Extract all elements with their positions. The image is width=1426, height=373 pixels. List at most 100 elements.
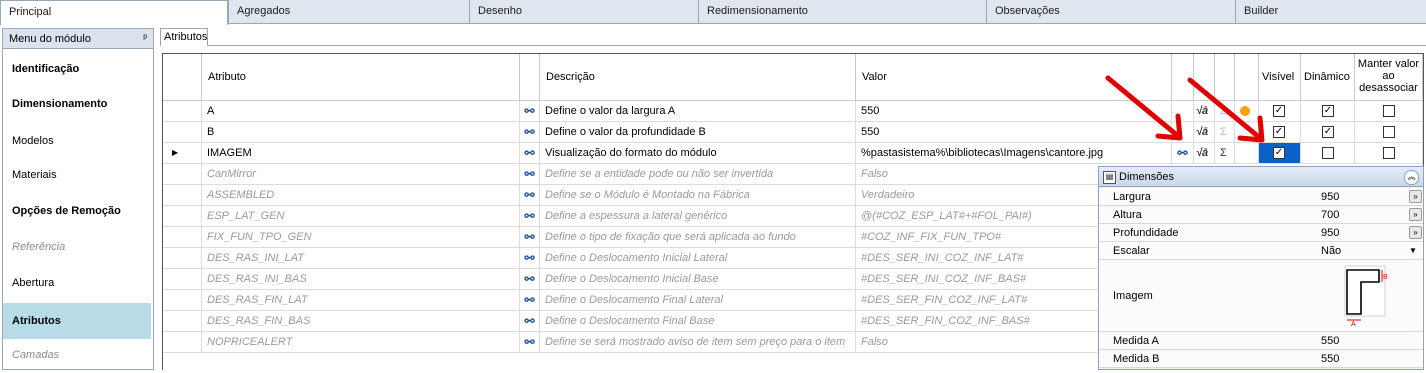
tab-agregados[interactable]: Agregados xyxy=(228,0,469,23)
menu-item-atributos[interactable]: Atributos xyxy=(3,303,151,339)
tab-principal[interactable]: Principal xyxy=(0,0,228,25)
binoculars-icon[interactable]: ⚯ xyxy=(520,227,540,247)
cell-atributo[interactable]: NOPRICEALERT xyxy=(202,332,520,352)
module-menu: Menu do módulo ᵖ Identificação Dimension… xyxy=(2,28,154,370)
prop-value-medida-a[interactable]: 550 xyxy=(1321,332,1339,350)
row-indicator[interactable] xyxy=(163,290,202,310)
expand-icon[interactable]: » xyxy=(1409,208,1422,221)
menu-item-abertura[interactable]: Abertura xyxy=(3,265,153,301)
cell-atributo[interactable]: ESP_LAT_GEN xyxy=(202,206,520,226)
prop-value-profundidade[interactable]: 950 xyxy=(1321,224,1339,242)
binoculars-icon[interactable]: ⚯ xyxy=(520,164,540,184)
row-indicator[interactable] xyxy=(163,185,202,205)
prop-value-altura[interactable]: 700 xyxy=(1321,206,1339,224)
cell-descricao[interactable]: Define se será mostrado aviso de item se… xyxy=(540,332,856,352)
row-indicator[interactable] xyxy=(163,332,202,352)
binoculars-icon[interactable]: ⚯ xyxy=(520,332,540,352)
cell-descricao[interactable]: Define a espessura a lateral genérico xyxy=(540,206,856,226)
image-label-a: A xyxy=(1351,321,1356,328)
cell-descricao[interactable]: Define o Deslocamento Final Lateral xyxy=(540,290,856,310)
manter-checkbox[interactable] xyxy=(1383,147,1395,159)
prop-row-escalar: Escalar Não ▼ xyxy=(1099,242,1423,260)
cell-descricao[interactable]: Define se o Módulo é Montado na Fábrica xyxy=(540,185,856,205)
header-dinamico[interactable]: Dinâmico xyxy=(1301,54,1355,101)
manter-checkbox-cell[interactable] xyxy=(1355,101,1423,121)
row-indicator[interactable]: ▶ xyxy=(163,143,202,163)
cell-atributo[interactable]: DES_RAS_INI_LAT xyxy=(202,248,520,268)
row-indicator[interactable] xyxy=(163,206,202,226)
binoculars-icon[interactable]: ⚯ xyxy=(520,248,540,268)
tab-atributos[interactable]: Atributos xyxy=(160,28,208,46)
binoculars-icon[interactable]: ⚯ xyxy=(520,143,540,163)
prop-row-imagem: Imagem B A xyxy=(1099,260,1423,332)
dinamico-checkbox[interactable]: ✓ xyxy=(1322,105,1334,117)
menu-item-opcoes-remocao[interactable]: Opções de Remoção xyxy=(3,193,153,229)
cell-descricao[interactable]: Visualização do formato do módulo xyxy=(540,143,856,163)
dropdown-arrow-icon[interactable]: ▼ xyxy=(1409,242,1417,260)
image-label-b: B xyxy=(1383,274,1388,281)
pin-icon[interactable]: ᵖ xyxy=(143,29,147,49)
prop-value-escalar[interactable]: Não xyxy=(1321,242,1341,260)
row-indicator[interactable] xyxy=(163,101,202,121)
cell-atributo[interactable]: ASSEMBLED xyxy=(202,185,520,205)
red-arrow-2 xyxy=(1187,77,1265,143)
row-indicator[interactable] xyxy=(163,227,202,247)
dinamico-checkbox-cell[interactable]: ✓ xyxy=(1301,122,1355,142)
row-indicator[interactable] xyxy=(163,164,202,184)
dinamico-checkbox[interactable] xyxy=(1322,147,1334,159)
subtab-divider xyxy=(208,45,1426,46)
binoculars-icon[interactable]: ⚯ xyxy=(520,269,540,289)
cell-descricao[interactable]: Define o valor da profundidade B xyxy=(540,122,856,142)
prop-value-largura[interactable]: 950 xyxy=(1321,188,1339,206)
cell-descricao[interactable]: Define o Deslocamento Inicial Base xyxy=(540,269,856,289)
menu-item-materiais[interactable]: Materiais xyxy=(3,157,153,193)
header-binoculars-col xyxy=(520,54,540,101)
prop-value-medida-b[interactable]: 550 xyxy=(1321,350,1339,368)
header-atributo[interactable]: Atributo xyxy=(202,54,520,101)
header-manter[interactable]: Manter valor ao desassociar xyxy=(1355,54,1423,101)
cell-atributo[interactable]: FIX_FUN_TPO_GEN xyxy=(202,227,520,247)
dinamico-checkbox-cell[interactable]: ✓ xyxy=(1301,101,1355,121)
binoculars-icon[interactable]: ⚯ xyxy=(520,206,540,226)
menu-item-modelos[interactable]: Modelos xyxy=(3,123,153,159)
row-indicator[interactable] xyxy=(163,248,202,268)
binoculars-icon[interactable]: ⚯ xyxy=(520,101,540,121)
dinamico-checkbox-cell[interactable] xyxy=(1301,143,1355,163)
cell-atributo[interactable]: A xyxy=(202,101,520,121)
row-indicator[interactable] xyxy=(163,269,202,289)
binoculars-icon[interactable]: ⚯ xyxy=(520,185,540,205)
cell-descricao[interactable]: Define o Deslocamento Inicial Lateral xyxy=(540,248,856,268)
cell-atributo[interactable]: DES_RAS_FIN_LAT xyxy=(202,290,520,310)
cell-atributo[interactable]: CanMirror xyxy=(202,164,520,184)
manter-checkbox-cell[interactable] xyxy=(1355,143,1423,163)
menu-item-identificacao[interactable]: Identificação xyxy=(3,51,153,87)
tab-observacoes[interactable]: Observações xyxy=(986,0,1235,23)
binoculars-icon[interactable]: ⚯ xyxy=(520,311,540,331)
manter-checkbox-cell[interactable] xyxy=(1355,122,1423,142)
binoculars-icon[interactable]: ⚯ xyxy=(520,122,540,142)
cell-descricao[interactable]: Define o tipo de fixação que será aplica… xyxy=(540,227,856,247)
tab-redimensionamento[interactable]: Redimensionamento xyxy=(698,0,986,23)
cell-descricao[interactable]: Define o Deslocamento Final Base xyxy=(540,311,856,331)
expand-icon[interactable]: » xyxy=(1409,190,1422,203)
cell-atributo[interactable]: DES_RAS_FIN_BAS xyxy=(202,311,520,331)
cell-atributo[interactable]: IMAGEM xyxy=(202,143,520,163)
dinamico-checkbox[interactable]: ✓ xyxy=(1322,126,1334,138)
expand-icon[interactable]: » xyxy=(1409,226,1422,239)
manter-checkbox[interactable] xyxy=(1383,105,1395,117)
prop-row-profundidade: Profundidade 950 » xyxy=(1099,224,1423,242)
cell-descricao[interactable]: Define o valor da largura A xyxy=(540,101,856,121)
cell-atributo[interactable]: DES_RAS_INI_BAS xyxy=(202,269,520,289)
tab-builder[interactable]: Builder xyxy=(1235,0,1426,23)
collapse-icon[interactable]: ︽ xyxy=(1404,170,1419,185)
header-descricao[interactable]: Descrição xyxy=(540,54,856,101)
menu-item-dimensionamento[interactable]: Dimensionamento xyxy=(3,86,153,122)
cell-descricao[interactable]: Define se a entidade pode ou não ser inv… xyxy=(540,164,856,184)
prop-label-largura: Largura xyxy=(1113,191,1151,203)
manter-checkbox[interactable] xyxy=(1383,126,1395,138)
binoculars-icon[interactable]: ⚯ xyxy=(520,290,540,310)
row-indicator[interactable] xyxy=(163,311,202,331)
tab-desenho[interactable]: Desenho xyxy=(469,0,698,23)
cell-atributo[interactable]: B xyxy=(202,122,520,142)
row-indicator[interactable] xyxy=(163,122,202,142)
